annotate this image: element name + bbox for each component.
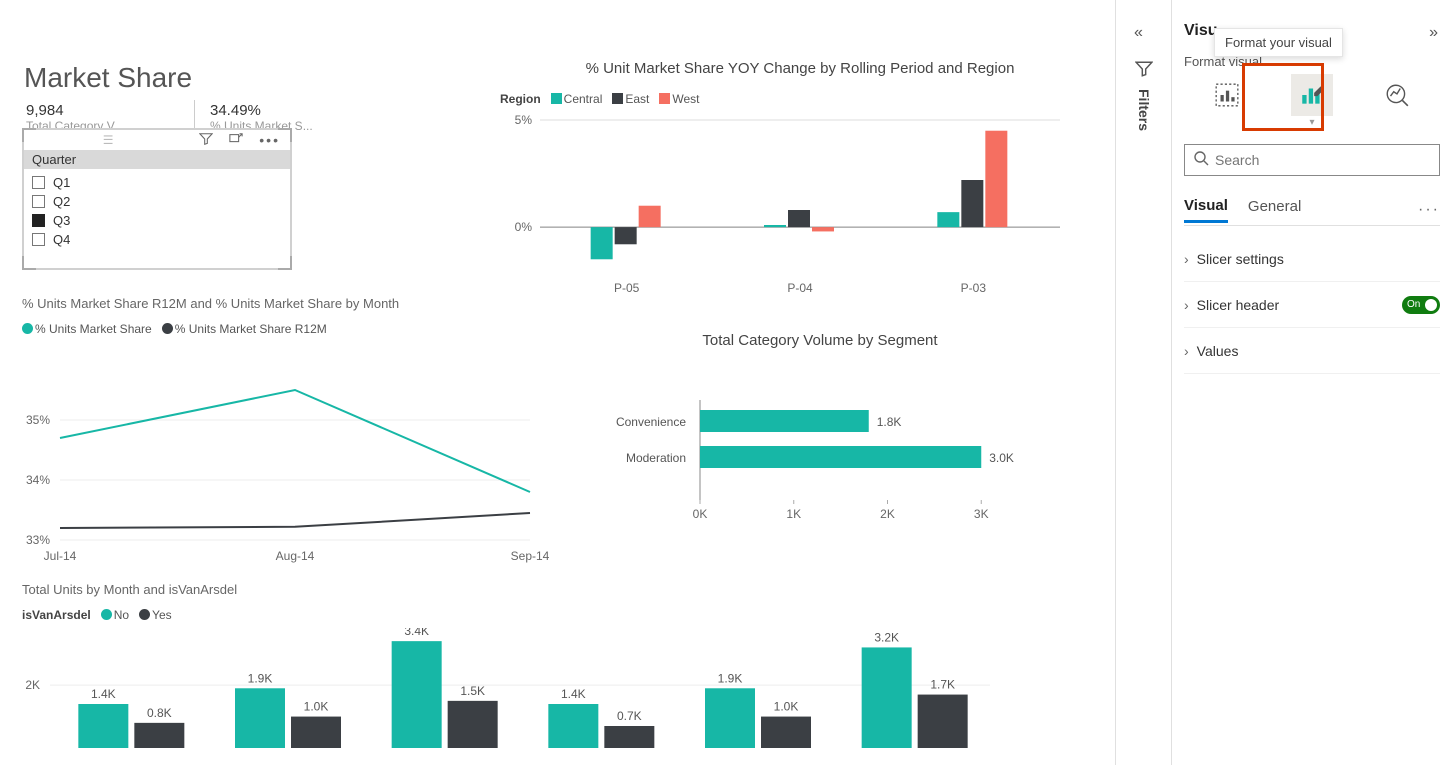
svg-text:2K: 2K <box>25 678 40 692</box>
svg-text:3.4K: 3.4K <box>404 628 429 638</box>
svg-text:1.9K: 1.9K <box>718 671 743 685</box>
svg-text:1.4K: 1.4K <box>91 687 116 701</box>
svg-text:0.7K: 0.7K <box>617 709 642 723</box>
svg-text:3K: 3K <box>974 507 989 521</box>
chart2-svg: 33% 34% 35% Jul-14 Aug-14 Sep-14 <box>10 340 550 570</box>
svg-text:1.0K: 1.0K <box>774 700 799 714</box>
slicer-item-q3[interactable]: Q3 <box>32 211 282 230</box>
expand-filters-icon[interactable]: « <box>1134 24 1143 42</box>
chevron-right-icon: › <box>1184 343 1189 359</box>
visualizations-pane: Visu » Format visual ▾ Format your vis <box>1172 0 1452 765</box>
chevron-right-icon: › <box>1184 297 1189 313</box>
chevron-down-icon: ▾ <box>1291 117 1333 128</box>
filters-pane-collapsed: « Filters <box>1116 0 1172 765</box>
svg-text:P-04: P-04 <box>787 281 813 295</box>
chart4-legend: isVanArsdel No Yes <box>22 608 172 622</box>
analytics-icon[interactable] <box>1376 74 1418 116</box>
svg-text:1.8K: 1.8K <box>877 415 902 429</box>
chart2-title: % Units Market Share R12M and % Units Ma… <box>22 296 399 311</box>
kpi-market-share-value: 34.49% <box>210 102 360 119</box>
svg-text:3.2K: 3.2K <box>874 630 899 644</box>
format-search-input[interactable] <box>1215 152 1431 168</box>
svg-text:0.8K: 0.8K <box>147 706 172 720</box>
filters-pane-label: Filters <box>1136 89 1152 131</box>
slicer-header-toggle[interactable]: On <box>1402 296 1440 314</box>
svg-text:Jul-14: Jul-14 <box>44 549 77 563</box>
chart2-legend: % Units Market Share % Units Market Shar… <box>22 322 327 336</box>
slicer-item-q2[interactable]: Q2 <box>32 192 282 211</box>
quarter-slicer[interactable]: ☰ ••• Quarter Q1 Q2 Q3 Q4 <box>22 128 292 270</box>
svg-text:1.4K: 1.4K <box>561 687 586 701</box>
search-icon <box>1193 150 1209 171</box>
svg-text:1.5K: 1.5K <box>460 684 485 698</box>
filters-funnel-icon[interactable] <box>1135 60 1153 83</box>
drag-handle-icon[interactable]: ☰ <box>34 133 183 147</box>
chart1-title: % Unit Market Share YOY Change by Rollin… <box>500 60 1100 77</box>
svg-text:Moderation: Moderation <box>626 451 686 465</box>
build-visual-icon[interactable] <box>1206 74 1248 116</box>
svg-text:P-03: P-03 <box>961 281 987 295</box>
svg-text:1K: 1K <box>786 507 801 521</box>
format-search[interactable] <box>1184 144 1440 176</box>
slicer-header-label: Quarter <box>24 150 290 169</box>
svg-text:Sep-14: Sep-14 <box>511 549 550 563</box>
svg-text:1.7K: 1.7K <box>930 678 955 692</box>
svg-text:0K: 0K <box>693 507 708 521</box>
svg-text:Convenience: Convenience <box>616 415 686 429</box>
tab-general[interactable]: General <box>1248 198 1301 221</box>
page-title: Market Share <box>24 62 192 94</box>
svg-text:5%: 5% <box>515 113 533 127</box>
format-row-slicer-settings[interactable]: › Slicer settings <box>1184 236 1440 282</box>
more-options-icon[interactable]: ••• <box>259 132 280 148</box>
format-row-slicer-header[interactable]: › Slicer header On <box>1184 282 1440 328</box>
format-tabs-more-icon[interactable]: ··· <box>1418 201 1440 219</box>
vispane-title: Visu <box>1184 22 1218 40</box>
collapse-vispane-icon[interactable]: » <box>1429 24 1438 42</box>
slicer-item-q1[interactable]: Q1 <box>32 173 282 192</box>
svg-text:34%: 34% <box>26 473 50 487</box>
focus-mode-icon[interactable] <box>229 132 243 149</box>
svg-text:35%: 35% <box>26 413 50 427</box>
svg-text:P-05: P-05 <box>614 281 640 295</box>
svg-text:0%: 0% <box>515 220 533 234</box>
svg-text:3.0K: 3.0K <box>989 451 1014 465</box>
svg-text:Aug-14: Aug-14 <box>276 549 315 563</box>
chart4-title: Total Units by Month and isVanArsdel <box>22 582 237 597</box>
filter-icon[interactable] <box>199 132 213 149</box>
chart1-svg: 5% 0% P-05 P-04 P-03 <box>490 110 1080 300</box>
format-visual-icon[interactable]: ▾ <box>1291 74 1333 116</box>
slicer-item-q4[interactable]: Q4 <box>32 230 282 249</box>
svg-text:1.9K: 1.9K <box>248 671 273 685</box>
chevron-right-icon: › <box>1184 251 1189 267</box>
chart4-svg: 2K 1.4K 0.8K 1.9K 1.0K 3.4K 1.5K 1.4K 0.7K 1.9K 1.… <box>10 628 1010 768</box>
kpi-total-volume-value: 9,984 <box>26 102 176 119</box>
format-tooltip: Format your visual <box>1214 28 1343 57</box>
svg-text:1.0K: 1.0K <box>304 700 329 714</box>
svg-text:33%: 33% <box>26 533 50 547</box>
chart3-svg: Convenience 1.8K Moderation 3.0K 0K 1K 2K 3K <box>590 360 1060 560</box>
chart1-legend: Region Central East West <box>500 92 700 106</box>
chart3-title: Total Category Volume by Segment <box>600 332 1040 349</box>
svg-text:2K: 2K <box>880 507 895 521</box>
format-row-values[interactable]: › Values <box>1184 328 1440 374</box>
tab-visual[interactable]: Visual <box>1184 197 1228 223</box>
report-canvas: Market Share 9,984 Total Category V... 3… <box>0 0 1116 765</box>
